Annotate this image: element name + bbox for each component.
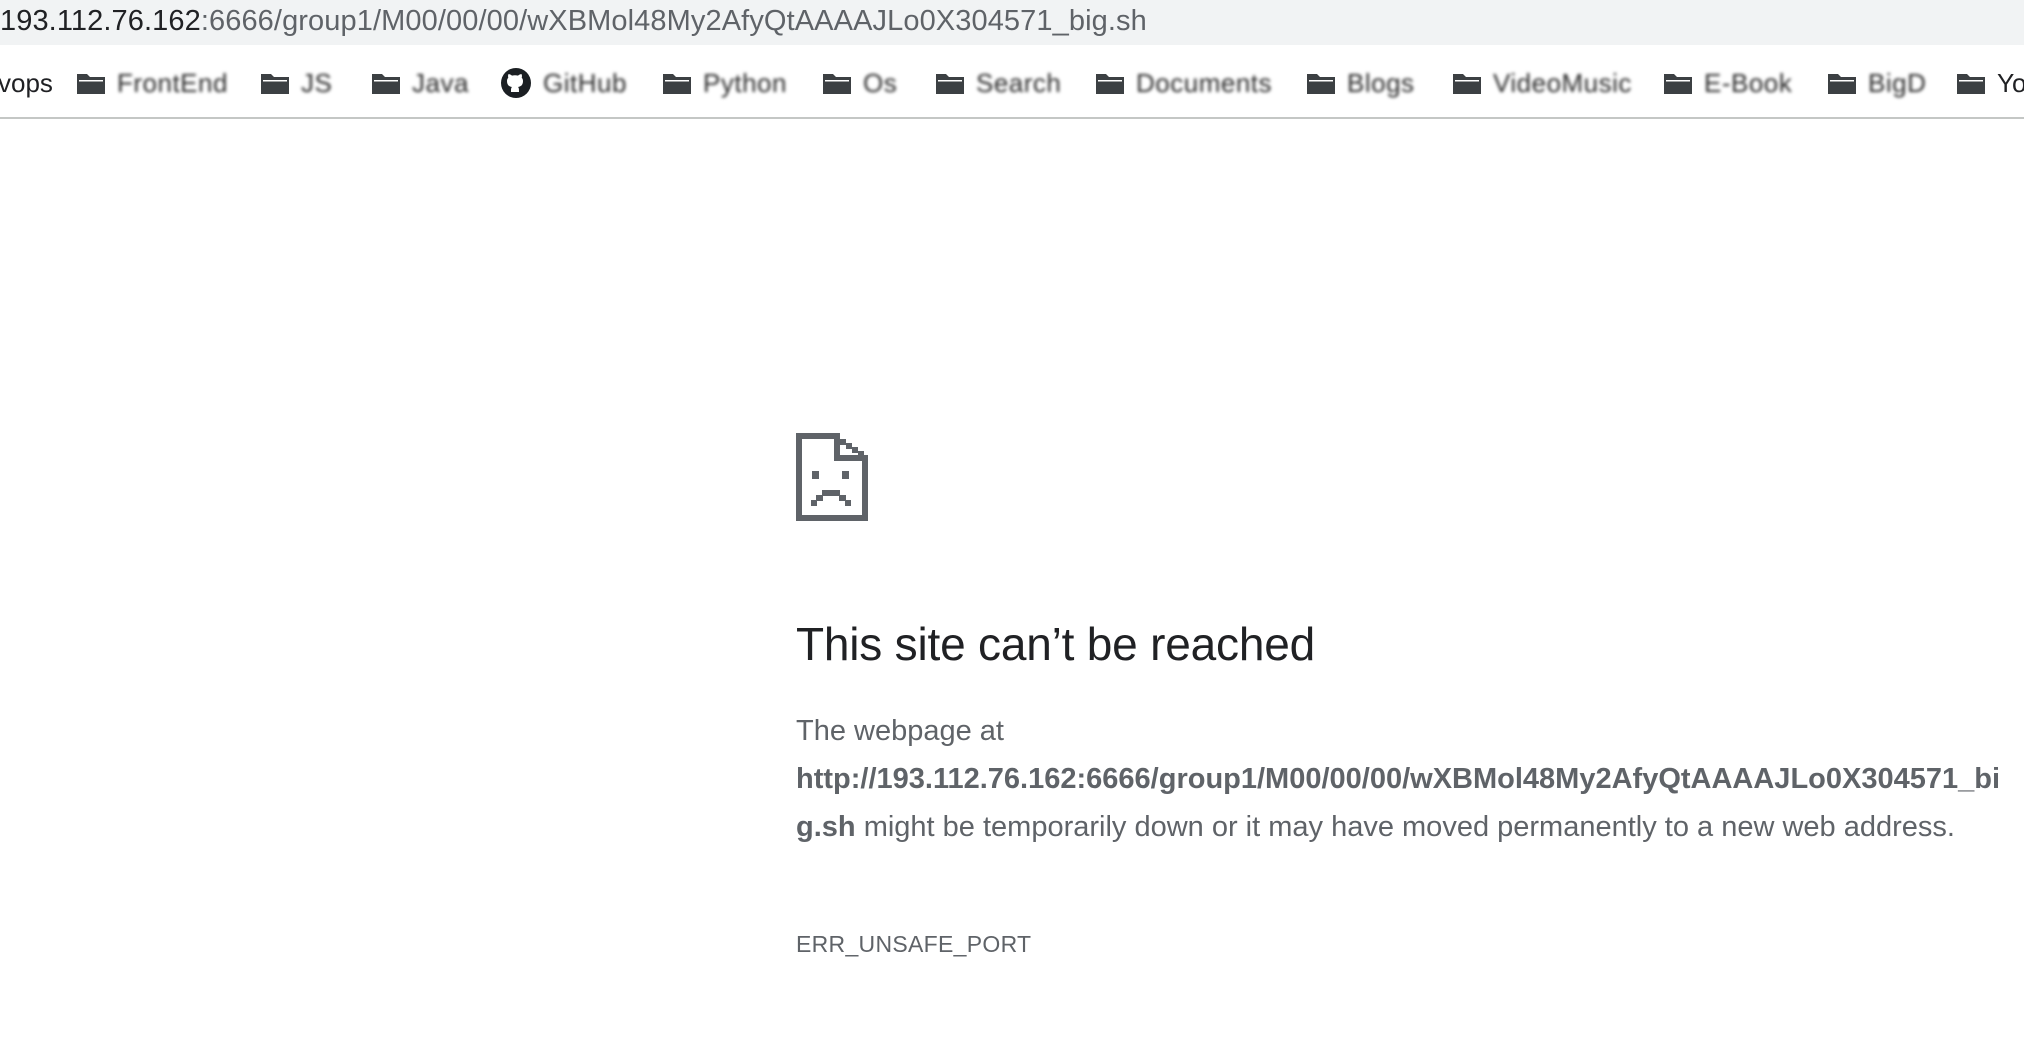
error-code: ERR_UNSAFE_PORT: [796, 931, 1032, 957]
error-desc-suffix: might be temporarily down or it may have…: [863, 811, 1955, 843]
bookmark-folder-bigd[interactable]: BigD: [1827, 67, 1926, 99]
bookmark-label: Yo: [1997, 68, 2024, 98]
address-bar[interactable]: 193.112.76.162:6666/group1/M00/00/00/wXB…: [0, 0, 2024, 45]
folder-icon: [1828, 74, 1856, 94]
bookmark-label: Python: [703, 68, 787, 98]
bookmark-label: FrontEnd: [117, 68, 228, 98]
folder-icon: [936, 74, 964, 94]
error-title: This site can’t be reached: [796, 618, 1315, 670]
bookmark-folder-os[interactable]: Os: [822, 67, 897, 99]
bookmark-vops[interactable]: vops: [0, 67, 53, 99]
folder-icon: [77, 74, 105, 94]
bookmark-folder-frontend[interactable]: FrontEnd: [76, 67, 228, 99]
bookmark-label: GitHub: [543, 68, 627, 98]
bookmark-folder-videomusic[interactable]: VideoMusic: [1452, 67, 1632, 99]
folder-icon: [372, 74, 400, 94]
bookmarks-bar: vops FrontEnd JS Java GitHub Python Os S…: [0, 45, 2024, 119]
bookmark-label: Java: [412, 68, 469, 98]
bookmark-folder-search[interactable]: Search: [935, 67, 1061, 99]
bookmark-folder-js[interactable]: JS: [260, 67, 332, 99]
bookmark-label: Blogs: [1347, 68, 1415, 98]
url-path: :6666/group1/M00/00/00/wXBMol48My2AfyQtA…: [200, 5, 1147, 37]
bookmark-label: VideoMusic: [1493, 68, 1632, 98]
bookmark-label: Os: [863, 68, 898, 98]
error-desc-prefix: The webpage at: [796, 715, 1004, 747]
folder-icon: [1096, 74, 1124, 94]
bookmark-label: vops: [0, 68, 53, 98]
bookmark-folder-yo[interactable]: Yo: [1956, 67, 2024, 99]
folder-icon: [823, 74, 851, 94]
bookmark-folder-java[interactable]: Java: [371, 67, 469, 99]
folder-icon: [261, 74, 289, 94]
bookmark-label: JS: [301, 68, 333, 98]
bookmark-label: BigD: [1868, 68, 1927, 98]
sad-page-icon: [796, 433, 868, 521]
bookmark-label: Documents: [1136, 68, 1272, 98]
folder-icon: [1307, 74, 1335, 94]
bookmark-folder-python[interactable]: Python: [662, 67, 787, 99]
error-description: The webpage at http://193.112.76.162:6666…: [796, 707, 2004, 851]
bookmark-label: Search: [976, 68, 1062, 98]
folder-icon: [663, 74, 691, 94]
bookmark-folder-ebook[interactable]: E-Book: [1663, 67, 1792, 99]
url-host: 193.112.76.162: [0, 5, 201, 37]
url-text[interactable]: 193.112.76.162:6666/group1/M00/00/00/wXB…: [0, 2, 1147, 40]
folder-icon: [1453, 74, 1481, 94]
bookmark-folder-blogs[interactable]: Blogs: [1306, 67, 1415, 99]
folder-icon: [1664, 74, 1692, 94]
folder-icon: [1957, 74, 1985, 94]
bookmark-github[interactable]: GitHub: [500, 67, 627, 99]
bookmark-folder-documents[interactable]: Documents: [1095, 67, 1272, 99]
bookmark-label: E-Book: [1704, 68, 1793, 98]
github-icon: [501, 68, 531, 98]
